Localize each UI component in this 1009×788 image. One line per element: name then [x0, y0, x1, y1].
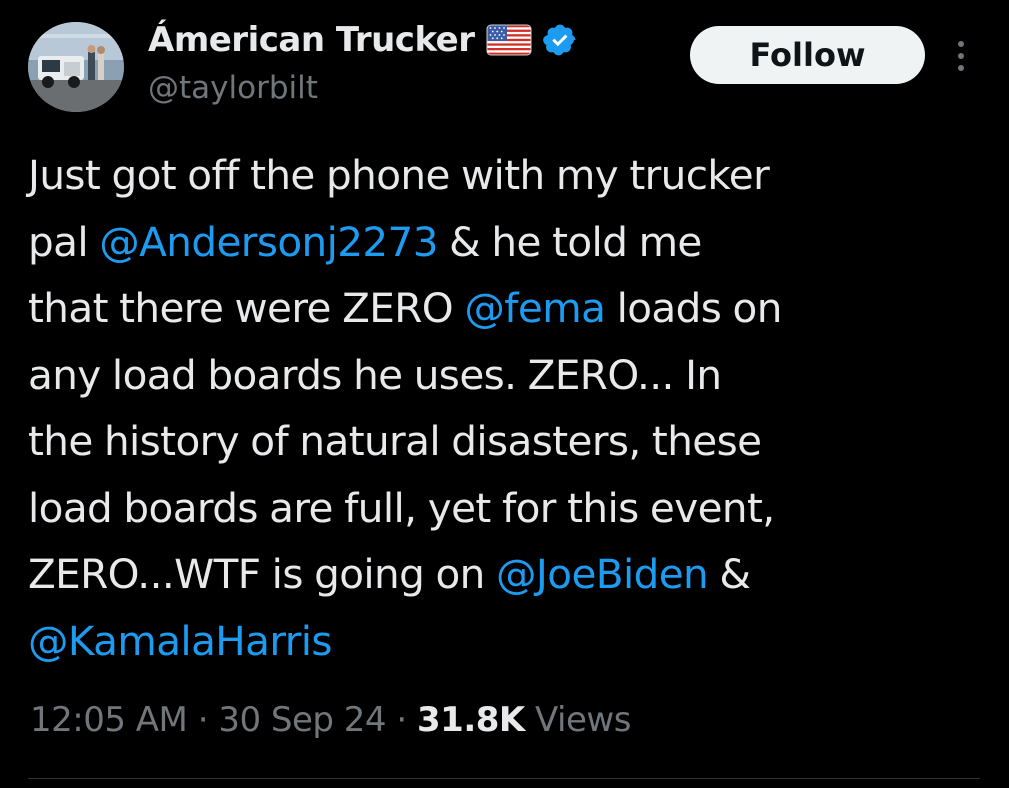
tweet-text: Just got off the phone with my trucker pa… — [28, 142, 988, 674]
tweet-text-line: Just got off the phone with my trucker — [28, 142, 988, 209]
tweet-text-segment: loads on — [605, 284, 783, 332]
views-label: Views — [524, 700, 631, 740]
avatar[interactable] — [28, 22, 124, 112]
mention-link[interactable]: @fema — [464, 284, 606, 332]
verified-badge-icon[interactable] — [542, 22, 578, 58]
tweet-text-line: any load boards he uses. ZERO... In — [28, 342, 988, 409]
meta-separator: · — [187, 700, 219, 740]
tweet-text-line: @KamalaHarris — [28, 608, 988, 675]
avatar-photo — [28, 22, 124, 112]
tweet-time[interactable]: 12:05 AM — [30, 700, 188, 740]
tweet-text-segment: the history of natural disasters, these — [28, 417, 762, 465]
tweet-text-line: ZERO...WTF is going on @JoeBiden & — [28, 541, 988, 608]
mention-link[interactable]: @Andersonj2273 — [99, 218, 438, 266]
tweet-text-line: pal @Andersonj2273 & he told me — [28, 209, 988, 276]
tweet-text-segment: ZERO...WTF is going on — [28, 550, 497, 598]
mention-link[interactable]: @KamalaHarris — [28, 617, 333, 665]
tweet-text-line: load boards are full, yet for this event… — [28, 475, 988, 542]
meta-separator: · — [386, 700, 417, 740]
follow-button[interactable]: Follow — [690, 26, 925, 84]
tweet-text-segment: & he told me — [437, 217, 702, 266]
author-handle[interactable]: @taylorbilt — [148, 70, 318, 106]
tweet-text-segment: pal — [28, 217, 100, 266]
tweet-meta: 12:05 AM · 30 Sep 24 · 31.8K Views — [30, 700, 631, 740]
views-count: 31.8K — [417, 700, 525, 740]
tweet-text-line: the history of natural disasters, these — [28, 408, 988, 475]
divider — [28, 778, 980, 779]
tweet-text-segment: & — [708, 550, 751, 598]
tweet-text-segment: any load boards he uses. ZERO... In — [28, 350, 722, 399]
mention-link[interactable]: @JoeBiden — [496, 550, 709, 598]
tweet-card: Ámerican Trucker @taylorbilt Follow Just… — [0, 0, 1009, 788]
tweet-text-segment: Just got off the phone with my trucker — [28, 151, 770, 199]
tweet-text-line: that there were ZERO @fema loads on — [28, 275, 988, 342]
tweet-date[interactable]: 30 Sep 24 — [218, 700, 386, 740]
tweet-text-segment: that there were ZERO — [28, 284, 465, 332]
more-vertical-icon[interactable] — [948, 36, 974, 76]
tweet-text-segment: load boards are full, yet for this event… — [28, 483, 775, 532]
author-display-name[interactable]: Ámerican Trucker — [148, 20, 475, 60]
us-flag-icon — [486, 24, 532, 56]
author-name-row: Ámerican Trucker — [148, 18, 578, 62]
